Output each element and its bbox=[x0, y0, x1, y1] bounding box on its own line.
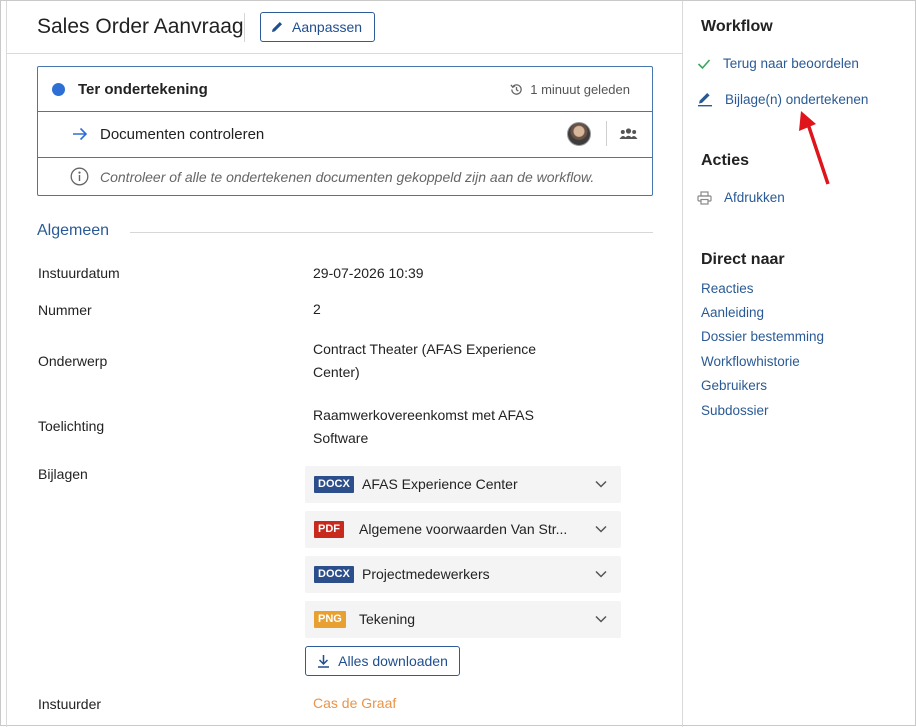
info-icon bbox=[70, 167, 89, 186]
chevron-down-icon[interactable] bbox=[595, 480, 607, 488]
main-panel: Sales Order Aanvraag Aanpassen Ter onder… bbox=[6, 1, 683, 727]
direct-link-reacties[interactable]: Reacties bbox=[701, 281, 754, 296]
avatar[interactable] bbox=[567, 122, 591, 146]
arrow-right-icon bbox=[73, 127, 88, 141]
status-time-label: 1 minuut geleden bbox=[530, 82, 630, 97]
workflow-action-label: Bijlage(n) ondertekenen bbox=[725, 91, 869, 107]
field-value-instuurdatum: 29-07-2026 10:39 bbox=[313, 265, 424, 281]
field-label-instuurder: Instuurder bbox=[38, 696, 102, 712]
workflow-action-terug[interactable]: Terug naar beoordelen bbox=[697, 56, 859, 71]
task-row[interactable]: Documenten controleren bbox=[38, 112, 652, 158]
chevron-down-icon[interactable] bbox=[595, 570, 607, 578]
workflow-action-ondertekenen[interactable]: Bijlage(n) ondertekenen bbox=[697, 91, 868, 107]
submitter-link[interactable]: Cas de Graaf bbox=[313, 695, 396, 711]
workflow-status-card: Ter ondertekening 1 minuut geleden Docum… bbox=[37, 66, 653, 196]
field-value-nummer: 2 bbox=[313, 301, 321, 317]
sidebar-workflow-title: Workflow bbox=[701, 18, 773, 35]
field-label-bijlagen: Bijlagen bbox=[38, 466, 88, 482]
annotation-arrow bbox=[799, 111, 830, 185]
status-label: Ter ondertekening bbox=[78, 81, 208, 98]
edit-button-label: Aanpassen bbox=[292, 19, 363, 35]
field-value-toelichting: Raamwerkovereenkomst met AFAS Software bbox=[313, 407, 534, 446]
sidebar-acties-title: Acties bbox=[701, 152, 750, 169]
file-type-badge: DOCX bbox=[314, 566, 354, 583]
section-title: Algemeen bbox=[37, 222, 110, 239]
pencil-icon bbox=[698, 93, 712, 107]
chevron-down-icon[interactable] bbox=[595, 615, 607, 623]
page-header: Sales Order Aanvraag Aanpassen bbox=[7, 1, 682, 54]
attachment-item[interactable]: PNG Tekening bbox=[305, 601, 621, 638]
printer-icon bbox=[697, 190, 712, 205]
check-icon bbox=[697, 58, 711, 69]
attachment-name: AFAS Experience Center bbox=[362, 476, 518, 492]
download-all-label: Alles downloaden bbox=[338, 653, 448, 669]
attachment-name: Tekening bbox=[359, 611, 416, 627]
page-title: Sales Order Aanvraag bbox=[37, 15, 244, 38]
field-label-nummer: Nummer bbox=[38, 302, 92, 318]
attachment-item[interactable]: DOCX Projectmedewerkers bbox=[305, 556, 621, 593]
action-print[interactable]: Afdrukken bbox=[697, 190, 785, 205]
workflow-action-label: Terug naar beoordelen bbox=[723, 56, 859, 71]
chevron-down-icon[interactable] bbox=[595, 525, 607, 533]
history-icon bbox=[510, 84, 523, 95]
status-row: Ter ondertekening 1 minuut geleden bbox=[38, 67, 652, 112]
app-window: Sales Order Aanvraag Aanpassen Ter onder… bbox=[0, 0, 916, 727]
direct-link-dossier-bestemming[interactable]: Dossier bestemming bbox=[701, 329, 824, 344]
status-time: 1 minuut geleden bbox=[510, 82, 630, 97]
field-label-onderwerp: Onderwerp bbox=[38, 353, 108, 369]
direct-link-aanleiding[interactable]: Aanleiding bbox=[701, 305, 764, 320]
field-label-toelichting: Toelichting bbox=[38, 418, 105, 434]
task-row-divider bbox=[606, 121, 607, 146]
download-icon bbox=[318, 655, 330, 668]
download-all-button[interactable]: Alles downloaden bbox=[305, 646, 460, 676]
attachment-name: Projectmedewerkers bbox=[362, 566, 490, 582]
attachment-name: Algemene voorwaarden Van Str... bbox=[359, 521, 568, 537]
direct-link-workflowhistorie[interactable]: Workflowhistorie bbox=[701, 354, 800, 369]
direct-link-gebruikers[interactable]: Gebruikers bbox=[701, 378, 767, 393]
users-group-icon[interactable] bbox=[619, 127, 638, 141]
sidebar-direct-title: Direct naar bbox=[701, 251, 785, 268]
pencil-icon bbox=[272, 22, 282, 32]
info-note: Controleer of alle te ondertekenen docum… bbox=[100, 169, 595, 185]
attachment-item[interactable]: PDF Algemene voorwaarden Van Str... bbox=[305, 511, 621, 548]
file-type-badge: PDF bbox=[314, 521, 344, 538]
file-type-badge: PNG bbox=[314, 611, 346, 628]
file-type-badge: DOCX bbox=[314, 476, 354, 493]
info-row: Controleer of alle te ondertekenen docum… bbox=[38, 158, 652, 196]
attachment-item[interactable]: DOCX AFAS Experience Center bbox=[305, 466, 621, 503]
direct-link-subdossier[interactable]: Subdossier bbox=[701, 403, 769, 418]
field-value-onderwerp: Contract Theater (AFAS Experience Center… bbox=[313, 341, 537, 380]
section-divider bbox=[130, 232, 653, 233]
edit-button[interactable]: Aanpassen bbox=[260, 12, 375, 42]
action-print-label: Afdrukken bbox=[724, 190, 785, 205]
status-dot bbox=[52, 83, 65, 96]
task-label: Documenten controleren bbox=[100, 126, 265, 143]
field-label-instuurdatum: Instuurdatum bbox=[38, 265, 120, 281]
header-divider bbox=[244, 13, 245, 42]
